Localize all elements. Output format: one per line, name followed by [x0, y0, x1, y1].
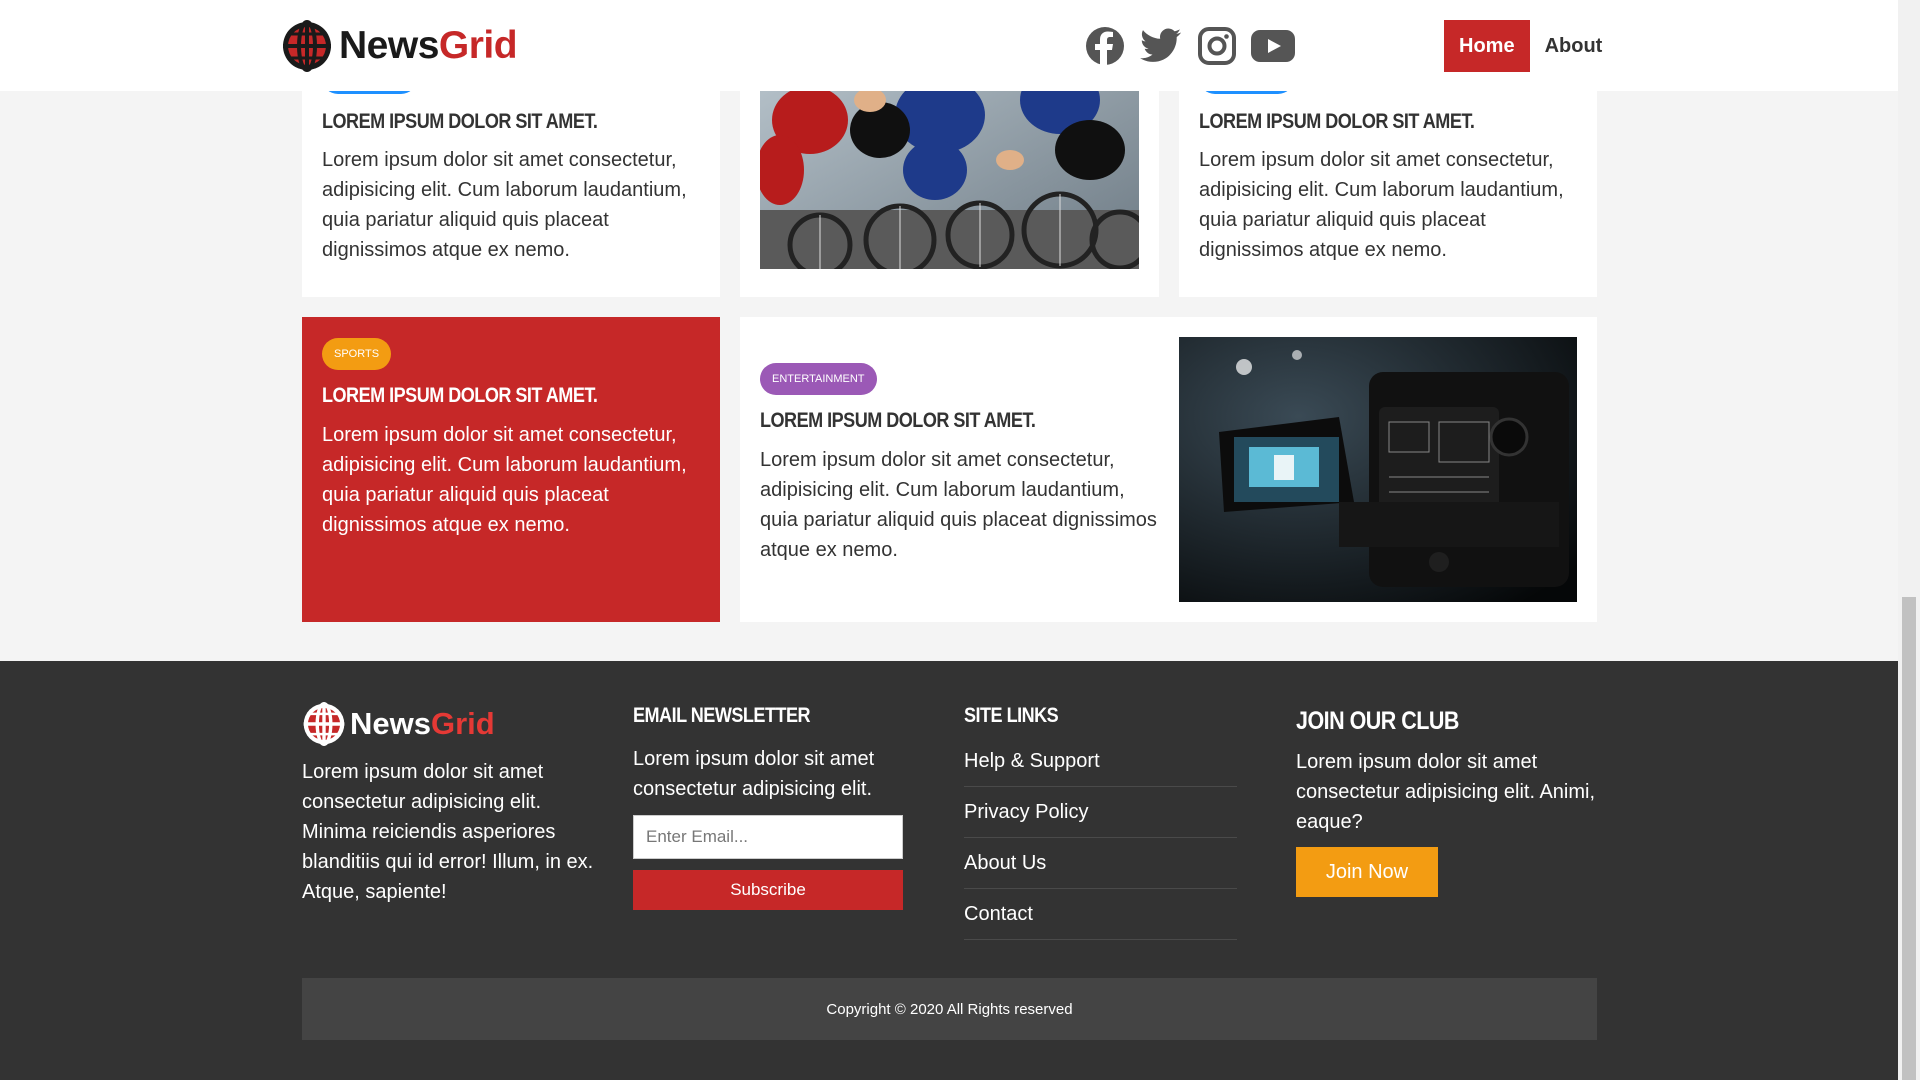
entertainment-card[interactable]: Entertainment Lorem ipsum dolor sit amet… — [740, 317, 1597, 622]
article-title[interactable]: Lorem ipsum dolor sit amet. — [760, 409, 1036, 433]
article-card[interactable]: Lorem ipsum dolor sit amet. Lorem ipsum … — [302, 60, 720, 297]
footer-about: NewsGrid Lorem ipsum dolor sit amet cons… — [302, 701, 602, 907]
site-links-heading: Site Links — [964, 704, 1059, 727]
subscribe-button[interactable]: Subscribe — [633, 870, 903, 910]
footer-logo[interactable]: NewsGrid — [302, 701, 602, 747]
newsletter-heading: Email Newsletter — [633, 704, 811, 727]
youtube-icon[interactable] — [1251, 24, 1295, 68]
article-excerpt: Lorem ipsum dolor sit amet consectetur, … — [1199, 149, 1564, 261]
social-links — [1083, 24, 1295, 68]
footer-club: Join Our Club Lorem ipsum dolor sit amet… — [1296, 701, 1596, 897]
email-field[interactable] — [633, 815, 903, 859]
instagram-icon[interactable] — [1195, 24, 1239, 68]
page-scrollbar[interactable] — [1898, 0, 1920, 1080]
globe-icon — [283, 20, 331, 72]
article-excerpt: Lorem ipsum dolor sit amet consectetur, … — [322, 149, 687, 261]
footer-about-text: Lorem ipsum dolor sit amet consectetur a… — [302, 761, 594, 903]
site-footer: NewsGrid Lorem ipsum dolor sit amet cons… — [0, 661, 1898, 1080]
site-links-list: Help & Support Privacy Policy About Us C… — [964, 736, 1244, 940]
category-badge[interactable]: Entertainment — [760, 363, 877, 395]
main-nav: Home About — [1444, 20, 1617, 72]
sports-card[interactable]: Sports Lorem ipsum dolor sit amet. Lorem… — [302, 317, 720, 622]
logo-text: NewsGrid — [339, 24, 518, 67]
link-contact[interactable]: Contact — [964, 889, 1237, 940]
site-header: NewsGrid Home About — [0, 0, 1898, 91]
article-excerpt: Lorem ipsum dolor sit amet consectetur, … — [760, 449, 1157, 561]
club-text: Lorem ipsum dolor sit amet consectetur a… — [1296, 751, 1596, 833]
twitter-icon[interactable] — [1139, 24, 1183, 68]
article-title[interactable]: Lorem ipsum dolor sit amet. — [322, 110, 598, 134]
link-help-support[interactable]: Help & Support — [964, 736, 1237, 787]
article-card[interactable]: Lorem ipsum dolor sit amet. Lorem ipsum … — [1179, 60, 1597, 297]
facebook-icon[interactable] — [1083, 24, 1127, 68]
globe-icon — [303, 702, 345, 746]
link-about-us[interactable]: About Us — [964, 838, 1237, 889]
footer-newsletter: Email Newsletter Lorem ipsum dolor sit a… — [633, 701, 913, 910]
join-now-button[interactable]: Join Now — [1296, 847, 1438, 897]
footer-site-links: Site Links Help & Support Privacy Policy… — [964, 701, 1244, 940]
category-badge[interactable]: Sports — [322, 338, 392, 370]
site-logo[interactable]: NewsGrid — [281, 20, 518, 72]
video-camera-photo — [1179, 337, 1577, 602]
article-excerpt: Lorem ipsum dolor sit amet consectetur, … — [322, 424, 687, 536]
article-title[interactable]: Lorem ipsum dolor sit amet. — [322, 384, 598, 408]
article-title[interactable]: Lorem ipsum dolor sit amet. — [1199, 110, 1475, 134]
newsletter-text: Lorem ipsum dolor sit amet consectetur a… — [633, 748, 875, 800]
cycling-race-photo — [760, 60, 1139, 269]
image-card[interactable] — [740, 60, 1159, 297]
scrollbar-thumb[interactable] — [1902, 597, 1916, 1080]
nav-home[interactable]: Home — [1444, 20, 1530, 72]
link-privacy-policy[interactable]: Privacy Policy — [964, 787, 1237, 838]
copyright-bar: Copyright © 2020 All Rights reserved — [302, 978, 1597, 1040]
nav-about[interactable]: About — [1530, 20, 1618, 72]
logo-text: NewsGrid — [350, 706, 495, 741]
club-heading: Join Our Club — [1296, 707, 1459, 735]
